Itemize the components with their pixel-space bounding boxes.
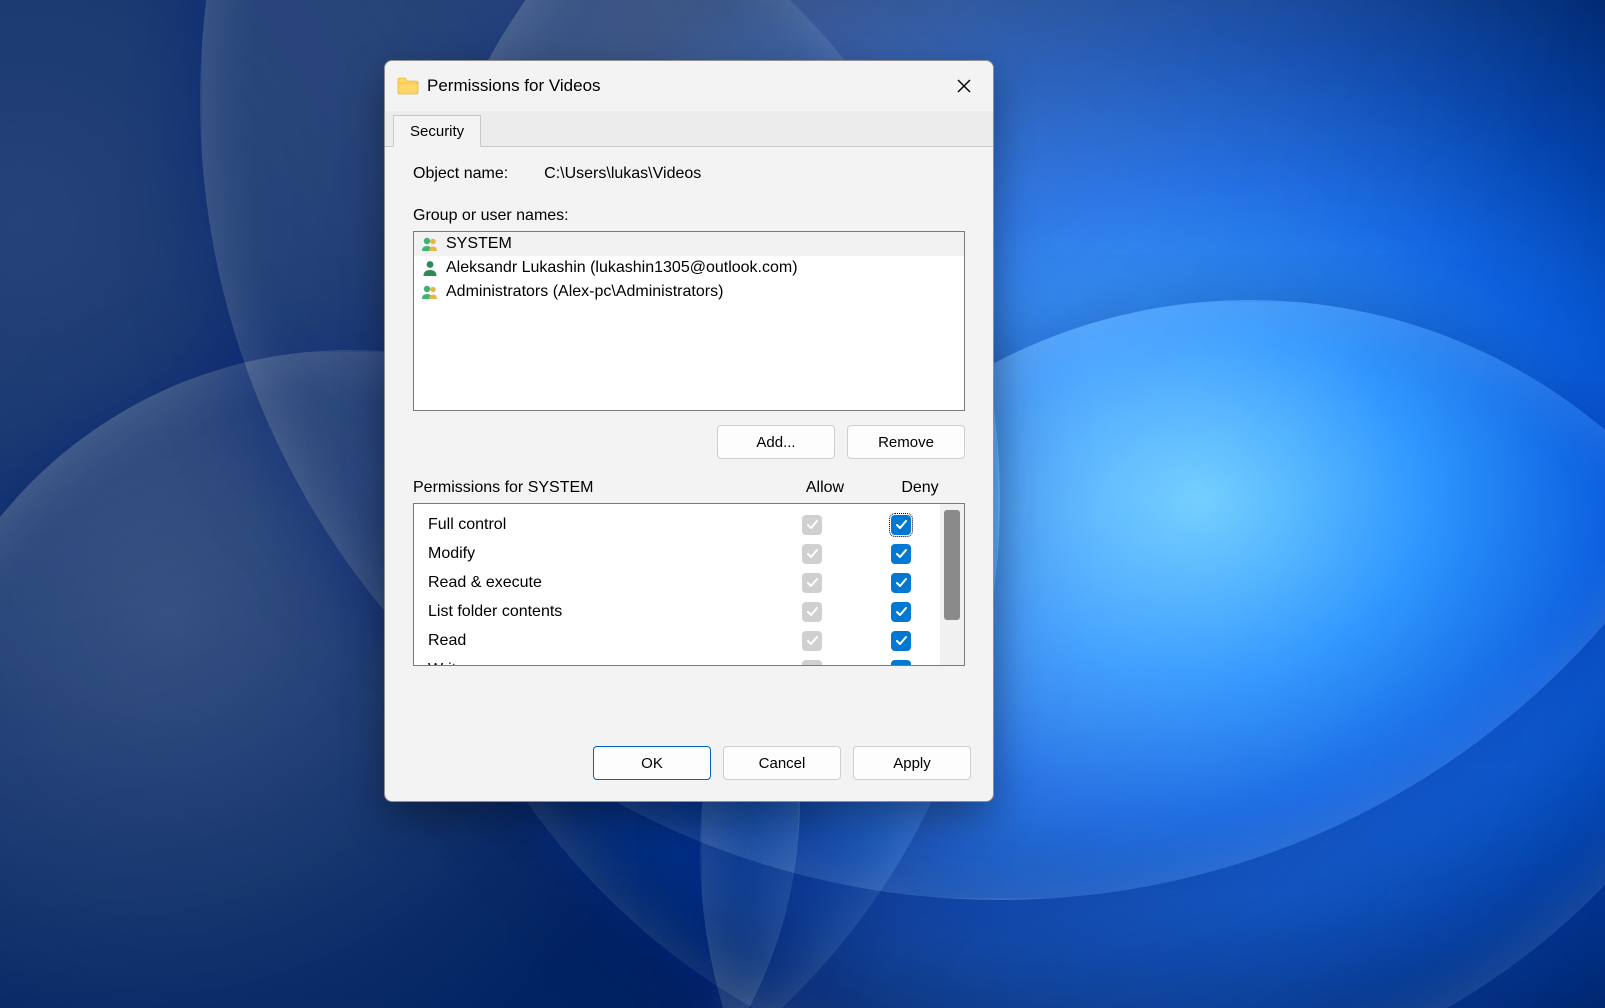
add-button[interactable]: Add...: [717, 425, 835, 459]
dialog-footer: OK Cancel Apply: [385, 739, 993, 801]
principal-listbox[interactable]: SYSTEM Aleksandr Lukashin (lukashin1305@o…: [413, 231, 965, 411]
principal-item[interactable]: Aleksandr Lukashin (lukashin1305@outlook…: [414, 256, 964, 280]
deny-column-header: Deny: [875, 479, 965, 497]
allow-checkbox[interactable]: [802, 544, 822, 564]
permission-label: Full control: [428, 516, 762, 534]
group-user-label: Group or user names:: [413, 207, 965, 225]
principal-item[interactable]: SYSTEM: [414, 232, 964, 256]
principal-buttons: Add... Remove: [413, 425, 965, 459]
principal-name: Aleksandr Lukashin (lukashin1305@outlook…: [446, 259, 798, 277]
object-name-value: C:\Users\lukas\Videos: [544, 165, 701, 183]
deny-cell: [862, 573, 940, 593]
scrollbar-track[interactable]: [940, 504, 964, 665]
allow-column-header: Allow: [775, 479, 875, 497]
permission-row: Full control: [428, 510, 940, 539]
allow-checkbox[interactable]: [802, 573, 822, 593]
deny-cell: [862, 544, 940, 564]
permissions-listbox: Full control Modify Read & execute List fol…: [413, 503, 965, 666]
object-name-row: Object name: C:\Users\lukas\Videos: [413, 165, 965, 183]
user-icon: [420, 258, 440, 278]
desktop-wallpaper: Permissions for Videos Security Object n…: [0, 0, 1605, 1008]
principal-item[interactable]: Administrators (Alex-pc\Administrators): [414, 280, 964, 304]
deny-cell: [862, 602, 940, 622]
permissions-header: Permissions for SYSTEM Allow Deny: [413, 479, 965, 497]
permission-label: Read: [428, 632, 762, 650]
allow-cell: [762, 631, 862, 651]
permission-row: Read & execute: [428, 568, 940, 597]
allow-checkbox[interactable]: [802, 660, 822, 667]
permission-label: Write: [428, 661, 762, 667]
tab-security[interactable]: Security: [393, 115, 481, 147]
deny-checkbox[interactable]: [891, 631, 911, 651]
deny-checkbox[interactable]: [891, 544, 911, 564]
deny-checkbox[interactable]: [891, 602, 911, 622]
allow-cell: [762, 602, 862, 622]
deny-checkbox[interactable]: [891, 573, 911, 593]
ok-button[interactable]: OK: [593, 746, 711, 780]
deny-cell: [862, 631, 940, 651]
permission-label: List folder contents: [428, 603, 762, 621]
permission-label: Read & execute: [428, 574, 762, 592]
close-button[interactable]: [941, 66, 987, 106]
permission-label: Modify: [428, 545, 762, 563]
principal-name: SYSTEM: [446, 235, 512, 253]
remove-button[interactable]: Remove: [847, 425, 965, 459]
folder-icon: [397, 77, 419, 95]
group-icon: [420, 234, 440, 254]
permission-row: Modify: [428, 539, 940, 568]
titlebar[interactable]: Permissions for Videos: [385, 61, 993, 111]
apply-button[interactable]: Apply: [853, 746, 971, 780]
tab-strip: Security: [385, 111, 993, 147]
allow-cell: [762, 544, 862, 564]
allow-cell: [762, 660, 862, 667]
permissions-for-label: Permissions for SYSTEM: [413, 479, 775, 497]
dialog-title: Permissions for Videos: [427, 76, 941, 96]
deny-checkbox[interactable]: [891, 515, 911, 535]
deny-checkbox[interactable]: [891, 660, 911, 667]
deny-cell: [862, 515, 940, 535]
permission-row: Write: [428, 655, 940, 666]
allow-cell: [762, 573, 862, 593]
allow-checkbox[interactable]: [802, 602, 822, 622]
permission-row: List folder contents: [428, 597, 940, 626]
allow-cell: [762, 515, 862, 535]
permission-row: Read: [428, 626, 940, 655]
object-name-label: Object name:: [413, 165, 508, 183]
principal-name: Administrators (Alex-pc\Administrators): [446, 283, 723, 301]
allow-checkbox[interactable]: [802, 631, 822, 651]
group-icon: [420, 282, 440, 302]
dialog-body: Object name: C:\Users\lukas\Videos Group…: [385, 147, 993, 739]
permissions-dialog: Permissions for Videos Security Object n…: [384, 60, 994, 802]
deny-cell: [862, 660, 940, 667]
cancel-button[interactable]: Cancel: [723, 746, 841, 780]
close-icon: [956, 78, 972, 94]
scrollbar-thumb[interactable]: [944, 510, 960, 620]
allow-checkbox[interactable]: [802, 515, 822, 535]
